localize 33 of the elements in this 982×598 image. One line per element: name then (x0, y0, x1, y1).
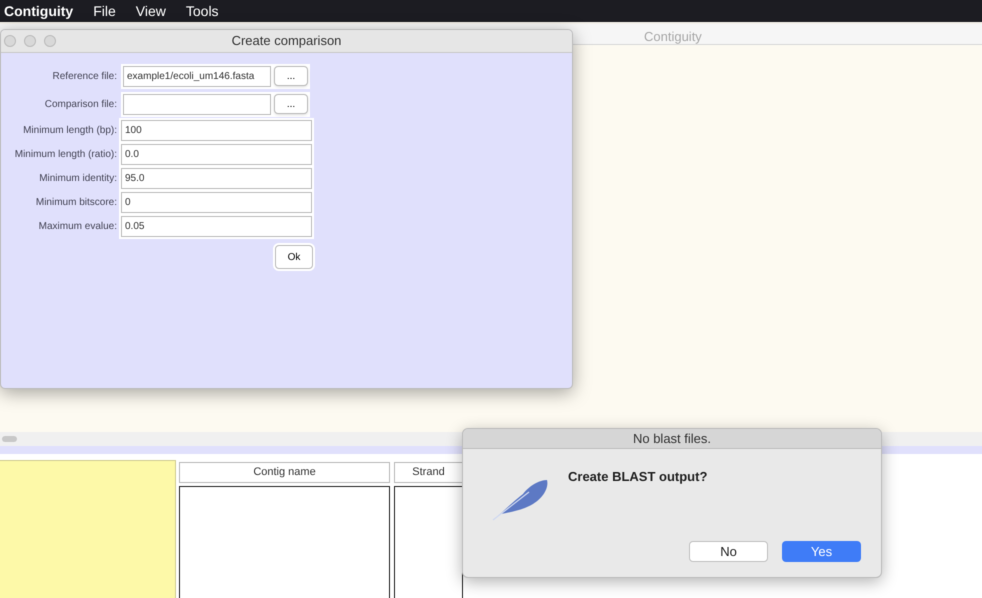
input-field[interactable]: 0.05 (121, 216, 312, 236)
dialog-title: Create comparison (232, 32, 342, 50)
zoom-icon[interactable] (44, 35, 56, 47)
input-field[interactable]: 95.0 (121, 168, 312, 188)
alert-title: No blast files. (632, 430, 712, 448)
field-label: Minimum length (ratio): (14, 148, 118, 162)
alert-message: Create BLAST output? (568, 468, 708, 486)
dialog-button[interactable]: No (689, 541, 768, 562)
input-field[interactable]: example1/ecoli_um146.fasta (123, 66, 271, 86)
input-field[interactable] (123, 94, 271, 114)
field-label: Comparison file: (44, 98, 118, 112)
browse-button[interactable]: ... (274, 94, 308, 114)
dialog-button[interactable]: Yes (782, 541, 861, 562)
input-field[interactable]: 0.0 (121, 144, 312, 164)
field-label: Maximum evalue: (38, 220, 118, 234)
menu-item[interactable]: File (93, 0, 116, 22)
ok-button[interactable]: Ok (275, 245, 313, 269)
input-field[interactable]: 0 (121, 192, 312, 212)
input-field[interactable]: 100 (121, 120, 312, 140)
scrollbar-thumb[interactable] (2, 436, 17, 442)
menu-item[interactable]: View (136, 0, 166, 22)
field-label: Reference file: (52, 70, 118, 84)
column-header[interactable]: Contig name (179, 462, 390, 483)
field-label: Minimum length (bp): (22, 124, 118, 138)
browse-button[interactable]: ... (274, 66, 308, 86)
app-name[interactable]: Contiguity (4, 0, 74, 22)
menu-item[interactable]: Tools (186, 0, 219, 22)
field-label: Minimum identity: (38, 172, 118, 186)
minimize-icon[interactable] (24, 35, 36, 47)
column-header[interactable]: Strand (394, 462, 463, 483)
window-title: Contiguity (644, 28, 702, 46)
close-icon[interactable] (4, 35, 16, 47)
field-label: Minimum bitscore: (34, 196, 118, 210)
